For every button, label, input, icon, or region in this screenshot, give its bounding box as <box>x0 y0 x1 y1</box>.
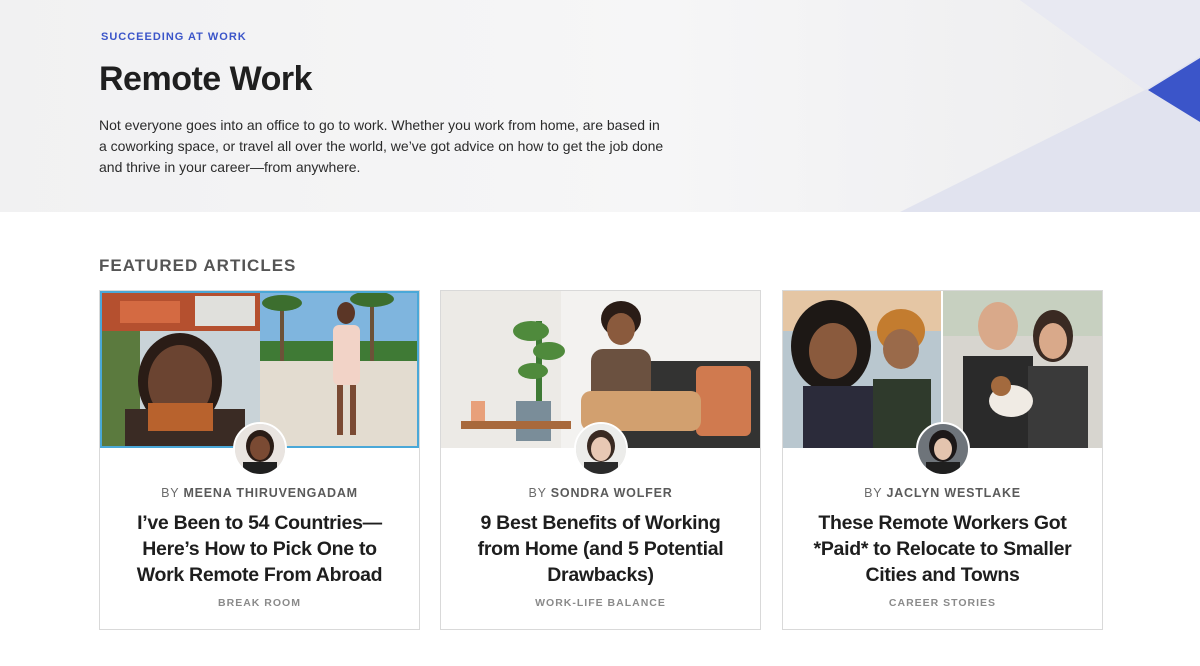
article-title-link[interactable]: These Remote Workers Got *Paid* to Reloc… <box>803 510 1082 588</box>
author-avatar[interactable] <box>916 422 970 476</box>
author-name-link[interactable]: SONDRA WOLFER <box>551 486 673 500</box>
article-card-2[interactable]: BY SONDRA WOLFER 9 Best Benefits of Work… <box>440 290 761 630</box>
byline: BY MEENA THIRUVENGADAM <box>100 486 419 500</box>
page-title: Remote Work <box>99 60 313 98</box>
article-card-3[interactable]: BY JACLYN WESTLAKE These Remote Workers … <box>782 290 1103 630</box>
category-eyebrow-link[interactable]: SUCCEEDING AT WORK <box>101 31 247 43</box>
byline-prefix: BY <box>864 486 883 500</box>
article-title-link[interactable]: 9 Best Benefits of Working from Home (an… <box>461 510 740 588</box>
article-title-link[interactable]: I’ve Been to 54 Countries—Here’s How to … <box>120 510 399 588</box>
byline-prefix: BY <box>161 486 180 500</box>
author-name-link[interactable]: MEENA THIRUVENGADAM <box>183 486 357 500</box>
byline: BY JACLYN WESTLAKE <box>783 486 1102 500</box>
article-category-link[interactable]: CAREER STORIES <box>783 597 1102 609</box>
byline: BY SONDRA WOLFER <box>441 486 760 500</box>
hero-banner: SUCCEEDING AT WORK Remote Work Not every… <box>0 0 1200 212</box>
article-card-1[interactable]: BY MEENA THIRUVENGADAM I’ve Been to 54 C… <box>99 290 420 630</box>
featured-articles-heading: FEATURED ARTICLES <box>99 256 297 275</box>
page-description: Not everyone goes into an office to go t… <box>99 117 664 175</box>
byline-prefix: BY <box>528 486 547 500</box>
author-avatar[interactable] <box>233 422 287 476</box>
article-category-link[interactable]: BREAK ROOM <box>100 597 419 609</box>
author-name-link[interactable]: JACLYN WESTLAKE <box>886 486 1020 500</box>
article-category-link[interactable]: WORK-LIFE BALANCE <box>441 597 760 609</box>
author-avatar[interactable] <box>574 422 628 476</box>
